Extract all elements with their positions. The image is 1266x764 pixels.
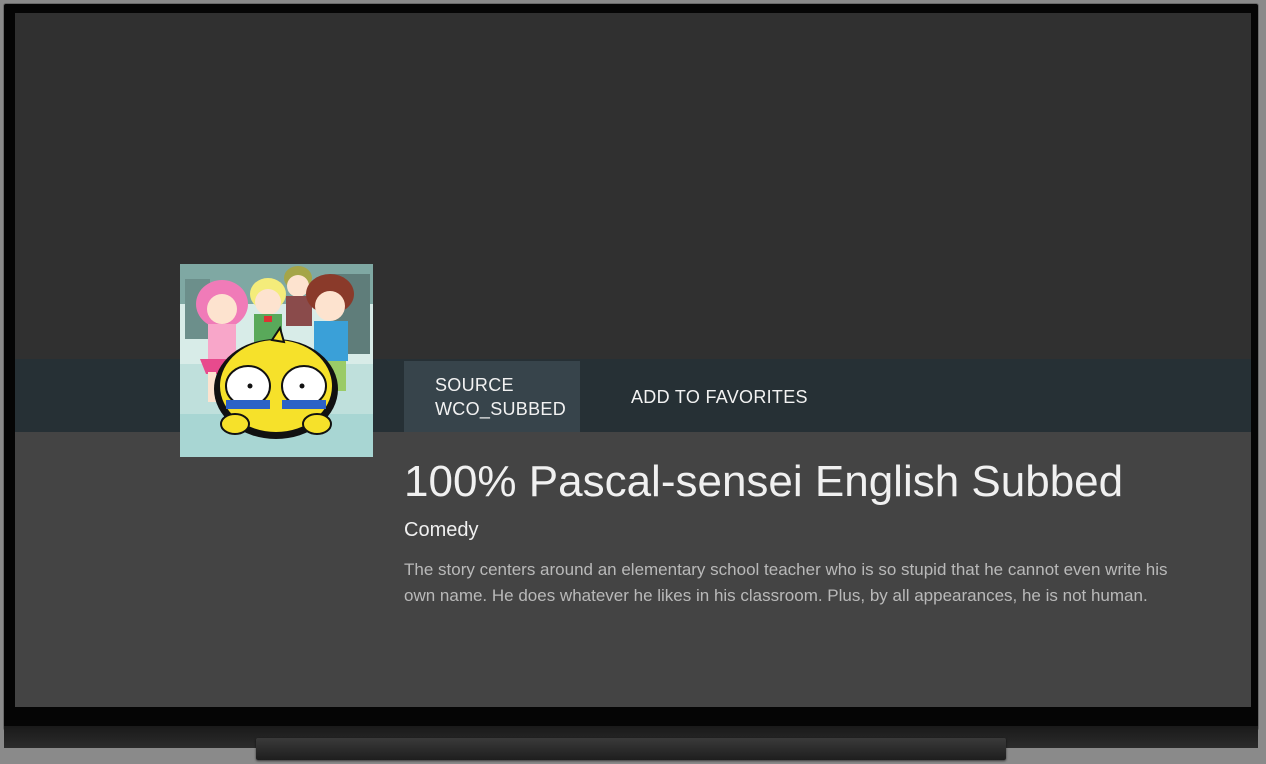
source-button-value: WCO_SUBBED xyxy=(435,398,567,419)
show-title: 100% Pascal-sensei English Subbed xyxy=(404,457,1124,506)
add-to-favorites-button[interactable]: ADD TO FAVORITES xyxy=(580,361,820,432)
tv-screen: SOURCE WCO_SUBBED ADD TO FAVORITES 100% … xyxy=(15,13,1251,707)
add-to-favorites-label: ADD TO FAVORITES xyxy=(631,386,808,407)
tv-stand xyxy=(256,738,1006,760)
show-genre: Comedy xyxy=(404,519,479,541)
source-button-label: SOURCE xyxy=(435,374,514,395)
show-poster-image xyxy=(180,264,373,457)
details-panel: 100% Pascal-sensei English Subbed Comedy… xyxy=(404,453,1204,609)
show-description: The story centers around an elementary s… xyxy=(404,560,1168,605)
source-button[interactable]: SOURCE WCO_SUBBED xyxy=(404,361,580,432)
